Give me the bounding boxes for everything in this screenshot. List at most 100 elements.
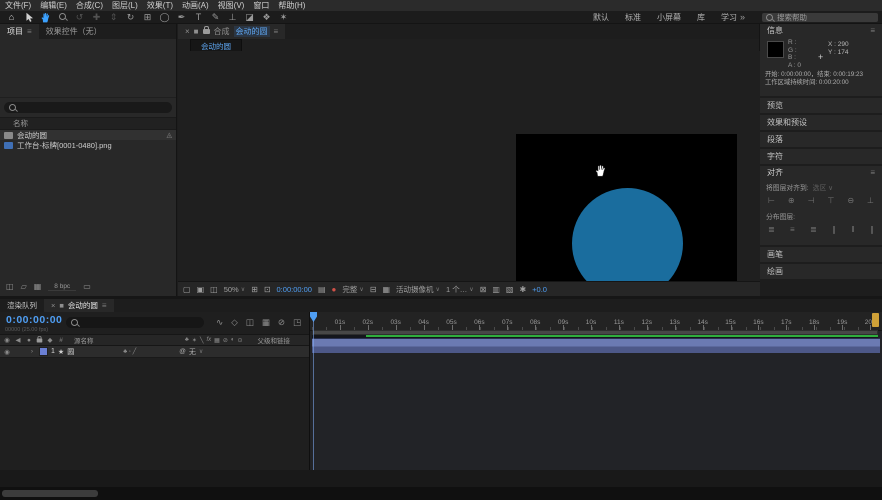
panel-menu-icon[interactable]: ≡	[870, 26, 875, 35]
project-search-input[interactable]	[4, 102, 172, 113]
orbit-tool-icon[interactable]: ↺	[74, 11, 85, 24]
video-column-icon[interactable]: ◉	[3, 336, 11, 344]
mini-flowchart-icon[interactable]: ▣	[197, 285, 205, 294]
time-ruler[interactable]: 01s 02s 03s	[310, 312, 882, 331]
pen-tool-icon[interactable]: ✒	[176, 11, 187, 24]
resolution-select[interactable]: 完整 ∨	[342, 284, 363, 295]
panel-menu-icon[interactable]: ≡	[870, 168, 875, 177]
frame-blend-col-icon[interactable]: ▦	[214, 337, 220, 344]
blue-circle-shape[interactable]	[572, 188, 683, 281]
lock-icon[interactable]	[203, 29, 210, 34]
pan-behind-tool-icon[interactable]: ⊞	[142, 11, 153, 24]
workspace-tab[interactable]: 库	[697, 12, 705, 23]
align-right-icon[interactable]: ⊣	[808, 196, 815, 205]
index-column-icon[interactable]: #	[57, 337, 65, 344]
align-vcenter-icon[interactable]: ⊖	[847, 196, 854, 205]
source-name-header[interactable]: 源名称	[74, 335, 94, 345]
close-icon[interactable]: ×	[51, 301, 55, 310]
color-depth-button[interactable]: 8 bpc	[48, 283, 76, 291]
workspace-tab[interactable]: 标准	[625, 12, 641, 23]
workspace-tab[interactable]: 学习	[721, 12, 737, 23]
collapsed-panel-header[interactable]: 效果和预设	[760, 115, 882, 130]
rotate-tool-icon[interactable]: ↻	[125, 11, 136, 24]
playhead[interactable]	[310, 312, 317, 470]
graph-editor-icon[interactable]: ◳	[293, 317, 301, 328]
solo-column-icon[interactable]: ●	[25, 337, 33, 344]
menu-item[interactable]: 帮助(H)	[278, 0, 305, 11]
pickwhip-icon[interactable]: @	[179, 348, 186, 355]
align-hcenter-icon[interactable]: ⊕	[788, 196, 795, 205]
tab-composition[interactable]: × ■ 合成 会动的圆 ≡	[178, 24, 285, 39]
motion-blur-col-icon[interactable]: ⊘	[223, 337, 228, 344]
fast-previews-icon[interactable]: ▢	[183, 285, 191, 294]
distribute-right-icon[interactable]: ∥	[870, 225, 874, 234]
scrollbar-thumb[interactable]	[2, 490, 98, 497]
menu-item[interactable]: 效果(T)	[147, 0, 173, 11]
collapse-col-icon[interactable]: ✶	[192, 337, 197, 344]
tab-render-queue[interactable]: 渲染队列	[0, 299, 44, 312]
layer-expander-icon[interactable]: ›	[28, 348, 36, 355]
navigator-end-handle[interactable]	[872, 313, 879, 327]
3d-col-icon[interactable]: ⊙	[237, 337, 242, 344]
type-tool-icon[interactable]: T	[193, 11, 204, 24]
close-icon[interactable]: ×	[185, 27, 190, 36]
align-left-icon[interactable]: ⊢	[768, 196, 775, 205]
menu-item[interactable]: 文件(F)	[5, 0, 31, 11]
eraser-tool-icon[interactable]: ◪	[244, 11, 255, 24]
snapshot-icon[interactable]: ▤	[318, 285, 326, 294]
project-name-column-header[interactable]: 名称	[0, 117, 176, 130]
project-item[interactable]: 工作台-标牌[0001-0480].png	[0, 140, 176, 150]
menu-item[interactable]: 图层(L)	[112, 0, 138, 11]
layer-duration-bar[interactable]	[312, 338, 880, 353]
workspace-tab[interactable]: 小屏幕	[657, 12, 681, 23]
shape-tool-icon[interactable]: ◯	[159, 11, 170, 24]
menu-item[interactable]: 窗口	[253, 0, 269, 11]
timeline-search-input[interactable]	[66, 317, 204, 328]
hand-tool-icon[interactable]	[40, 12, 51, 23]
flowchart-jump-icon[interactable]: ▧	[506, 285, 514, 294]
frame-blending-icon[interactable]: ▦	[262, 317, 270, 328]
collapsed-panel-header[interactable]: 绘画	[760, 264, 882, 279]
new-folder-icon[interactable]: ▱	[21, 282, 27, 291]
composition-frame[interactable]	[516, 134, 737, 281]
workspace-overflow-icon[interactable]: »	[737, 11, 748, 24]
align-panel-header[interactable]: 对齐 ≡	[760, 166, 882, 179]
composition-flowchart-icon[interactable]: ∿	[216, 317, 223, 328]
menu-item[interactable]: 动画(A)	[182, 0, 209, 11]
pan-camera-tool-icon[interactable]: ✚	[91, 11, 102, 24]
3d-glasses-icon[interactable]: ◫	[210, 285, 218, 294]
collapsed-panel-header[interactable]: 字符	[760, 149, 882, 164]
distribute-top-icon[interactable]: ≣	[768, 225, 775, 234]
selection-tool-icon[interactable]	[23, 12, 34, 23]
quality-col-icon[interactable]: ╲	[200, 337, 204, 344]
help-search-input[interactable]: 搜索帮助	[762, 13, 878, 22]
draft-3d-icon[interactable]: ◇	[231, 317, 238, 328]
roto-brush-tool-icon[interactable]: ❖	[261, 11, 272, 24]
parent-link-header[interactable]: 父级和链接	[258, 335, 291, 345]
collapsed-panel-header[interactable]: 段落	[760, 132, 882, 147]
collapsed-panel-header[interactable]: 画笔	[760, 247, 882, 262]
adjustment-col-icon[interactable]: ◐	[231, 337, 235, 344]
layer-parent-select[interactable]: @ 无 ∨	[179, 347, 203, 357]
transparency-grid-icon[interactable]: ▦	[382, 285, 390, 294]
tab-effect-controls[interactable]: 效果控件（无）	[39, 24, 109, 39]
brush-tool-icon[interactable]: ✎	[210, 11, 221, 24]
timeline-jump-icon[interactable]: ▥	[492, 285, 500, 294]
label-column-icon[interactable]: ◆	[46, 336, 54, 344]
menu-item[interactable]: 视图(V)	[218, 0, 245, 11]
trash-icon[interactable]: ▭	[83, 282, 91, 291]
magnification-select[interactable]: 50% ∨	[224, 285, 245, 294]
view-layout-select[interactable]: 1 个… ∨	[446, 284, 474, 295]
layer-name[interactable]: 圆	[67, 347, 74, 357]
layer-row[interactable]: ◉ › 1 ★ 圆 ♣ ◦ ╱ @ 无 ∨	[0, 346, 309, 358]
audio-column-icon[interactable]: ◀	[14, 336, 22, 344]
menu-item[interactable]: 编辑(E)	[40, 0, 67, 11]
layer-label-swatch[interactable]	[39, 347, 48, 356]
menu-item[interactable]: 合成(C)	[76, 0, 103, 11]
lock-column-icon[interactable]	[37, 338, 43, 342]
current-timecode[interactable]: 0:00:00:00	[6, 314, 62, 326]
distribute-hcenter-icon[interactable]: ‖	[851, 225, 854, 234]
viewer-content-area[interactable]	[178, 51, 760, 281]
camera-select[interactable]: 活动摄像机 ∨	[396, 284, 440, 295]
collapsed-panel-header[interactable]: 预览	[760, 98, 882, 113]
